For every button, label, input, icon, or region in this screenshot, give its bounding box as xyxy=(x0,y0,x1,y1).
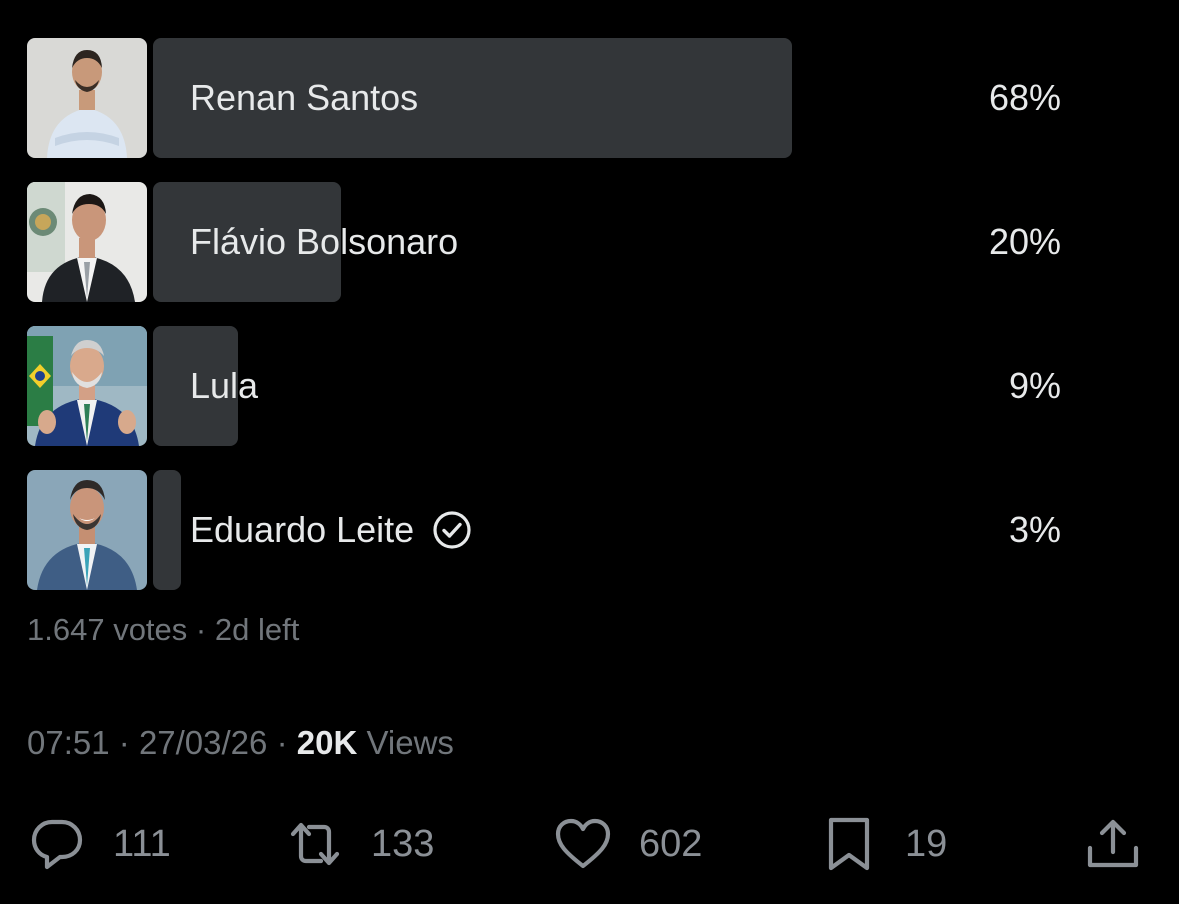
views-count: 20K xyxy=(296,724,358,761)
poll-option-renan-santos[interactable]: Renan Santos 68% xyxy=(27,38,1067,158)
separator: · xyxy=(195,612,207,647)
action-bar: 111 133 602 19 xyxy=(27,812,1147,876)
option-label: Flávio Bolsonaro xyxy=(190,221,459,262)
repost-count: 133 xyxy=(371,822,435,865)
poll: Renan Santos 68% Flávio Bolsonaro 20% Lu… xyxy=(27,38,1067,614)
poll-option-flavio-bolsonaro[interactable]: Flávio Bolsonaro 20% xyxy=(27,182,1067,302)
reply-icon xyxy=(31,819,83,870)
option-percent: 3% xyxy=(1008,509,1061,550)
reply-count: 111 xyxy=(113,822,171,865)
bookmark-count: 19 xyxy=(905,822,948,865)
share-button[interactable] xyxy=(1083,812,1143,876)
poll-option-lula[interactable]: Lula 9% xyxy=(27,326,1067,446)
option-label: Renan Santos xyxy=(190,77,419,118)
poll-summary: 1.647 votes · 2d left xyxy=(27,612,299,648)
poll-option-eduardo-leite[interactable]: Eduardo Leite 3% xyxy=(27,470,1067,590)
avatar-image xyxy=(27,182,147,302)
heart-icon xyxy=(555,818,611,869)
option-percent: 20% xyxy=(988,221,1061,262)
reply-button[interactable]: 111 xyxy=(27,812,171,876)
views-label: Views xyxy=(366,724,454,761)
bookmark-icon xyxy=(828,817,870,871)
option-label: Lula xyxy=(190,365,259,406)
tweet-date[interactable]: 27/03/26 xyxy=(139,724,267,761)
bookmark-button[interactable]: 19 xyxy=(819,812,947,876)
option-label: Eduardo Leite xyxy=(190,509,415,550)
option-percent: 68% xyxy=(988,77,1061,118)
tweet-metadata: 07:51 · 27/03/26 · 20K Views xyxy=(27,724,454,762)
tweet-time[interactable]: 07:51 xyxy=(27,724,110,761)
repost-button[interactable]: 133 xyxy=(285,812,434,876)
avatar-image xyxy=(27,470,147,590)
like-count: 602 xyxy=(639,822,703,865)
share-icon xyxy=(1087,819,1139,868)
vote-count: 1.647 votes xyxy=(27,612,188,647)
verified-check-icon xyxy=(432,510,472,550)
time-left: 2d left xyxy=(214,612,300,647)
avatar-image xyxy=(27,38,147,158)
separator: · xyxy=(118,724,130,761)
repost-icon xyxy=(290,822,340,866)
like-button[interactable]: 602 xyxy=(553,812,702,876)
option-percent: 9% xyxy=(1008,365,1061,406)
avatar-image xyxy=(27,326,147,446)
separator: · xyxy=(276,724,288,761)
result-bar xyxy=(153,470,181,590)
